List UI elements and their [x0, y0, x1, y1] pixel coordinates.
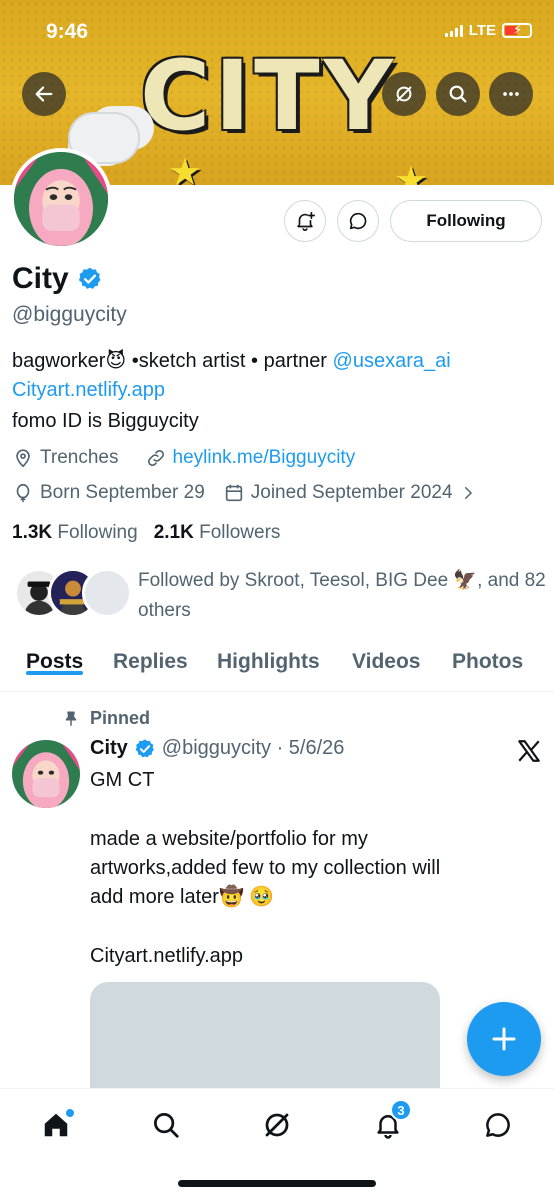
link-icon: [147, 449, 164, 467]
nav-grok[interactable]: [257, 1105, 297, 1145]
following-label: Following: [57, 522, 138, 543]
verified-badge-icon: [135, 738, 154, 757]
following-count: 1.3K: [12, 522, 53, 543]
search-icon: [154, 1113, 179, 1138]
followed-by-text[interactable]: Followed by Skroot, Teesol, BIG Dee 🦅, a…: [138, 566, 548, 626]
battery-icon: ⚡: [502, 22, 532, 38]
status-time: 9:46: [46, 20, 89, 43]
verified-badge-icon[interactable]: [77, 266, 103, 292]
banner-star-graphic: ★: [394, 160, 429, 185]
location-text: Trenches: [40, 447, 119, 468]
tweet-text-line: GM CT: [90, 769, 155, 791]
plus-icon: [492, 1027, 516, 1051]
balloon-icon: [16, 483, 30, 503]
following-stat[interactable]: 1.3K Following: [12, 522, 138, 544]
following-button[interactable]: Following: [390, 200, 542, 242]
tab-replies[interactable]: Replies: [113, 640, 188, 674]
back-arrow-icon: [35, 86, 53, 102]
avatar-illustration: [14, 152, 108, 246]
banner-star-graphic: ★: [168, 152, 203, 185]
bio-line-3: fomo ID is Bigguycity: [12, 410, 199, 432]
message-button[interactable]: [337, 200, 379, 242]
bell-plus-icon: [297, 211, 315, 231]
tab-highlights[interactable]: Highlights: [217, 640, 320, 674]
followers-label: Followers: [199, 522, 281, 543]
x-logo-icon[interactable]: [516, 738, 542, 764]
back-button[interactable]: [22, 72, 66, 116]
profile-meta-row-2: Born September 29 Joined September 2024: [12, 482, 477, 504]
tweet-text-line: add more later🤠 🥹: [90, 886, 275, 908]
tweet-author-name[interactable]: City: [90, 737, 128, 760]
followers-count: 2.1K: [153, 522, 194, 543]
calendar-icon: [225, 484, 242, 502]
bio-website-link[interactable]: Cityart.netlify.app: [12, 379, 165, 402]
location-pin-icon: [16, 449, 30, 468]
tweet-media-card[interactable]: [90, 982, 440, 1088]
follow-stats: 1.3K Following 2.1K Followers: [12, 522, 280, 544]
bio-text: bagworker😈 •sketch artist • partner: [12, 350, 333, 372]
nav-home-dot: [66, 1109, 74, 1117]
joined-text: Joined September 2024: [250, 482, 453, 503]
pinned-label: Pinned: [90, 708, 151, 728]
nav-search[interactable]: [146, 1105, 186, 1145]
search-icon: [449, 85, 467, 103]
home-indicator: [178, 1180, 376, 1187]
chevron-right-icon[interactable]: [459, 484, 477, 502]
status-indicators: LTE ⚡: [444, 22, 532, 39]
tweet-handle-date: @bigguycity · 5/6/26: [161, 737, 345, 759]
chat-bubble-icon: [349, 212, 367, 230]
profile-handle: @bigguycity: [12, 303, 127, 326]
tab-photos[interactable]: Photos: [452, 640, 523, 674]
profile-name: City: [12, 262, 69, 295]
profile-avatar[interactable]: [10, 148, 112, 250]
profile-website-link[interactable]: heylink.me/Bigguycity: [173, 447, 356, 469]
pin-icon: [65, 711, 77, 726]
nav-notifications[interactable]: 3: [368, 1099, 412, 1145]
notify-bell-button[interactable]: [284, 200, 326, 242]
banner-logo-text: CITY: [140, 40, 398, 152]
pinned-indicator: Pinned: [62, 708, 150, 729]
tweet-text-line: made a website/portfolio for my: [90, 828, 368, 850]
tab-videos[interactable]: Videos: [352, 640, 420, 674]
tweet-link[interactable]: Cityart.netlify.app: [90, 942, 243, 971]
bio-mention-link[interactable]: @usexara_ai: [333, 350, 451, 372]
notifications-badge: 3: [390, 1099, 412, 1121]
signal-icon: [444, 24, 463, 37]
search-button[interactable]: [436, 72, 480, 116]
tab-posts[interactable]: Posts: [26, 640, 84, 675]
tweet-avatar[interactable]: [12, 740, 80, 808]
bio-line-1: bagworker😈 •sketch artist • partner @use…: [12, 348, 451, 373]
nav-home[interactable]: [36, 1105, 76, 1145]
grok-icon: [265, 1113, 289, 1137]
grok-icon: [396, 86, 412, 102]
tweet-text-line: artworks,added few to my collection will: [90, 857, 441, 879]
tweet-header: City @bigguycity · 5/6/26: [90, 737, 344, 760]
more-button[interactable]: [489, 72, 533, 116]
profile-tabs: Posts Replies Highlights Videos Photos: [0, 640, 554, 692]
nav-messages[interactable]: [478, 1105, 518, 1145]
network-label: LTE: [468, 22, 496, 39]
avatar: [82, 568, 132, 618]
grok-button[interactable]: [382, 72, 426, 116]
birthday-text: Born September 29: [40, 482, 205, 503]
compose-button[interactable]: [467, 1002, 541, 1076]
profile-name-row: City: [12, 262, 103, 296]
followers-stat[interactable]: 2.1K Followers: [154, 522, 281, 544]
message-icon: [486, 1113, 510, 1137]
profile-meta-row-1: Trenches heylink.me/Bigguycity: [12, 447, 355, 469]
more-icon: [503, 92, 519, 96]
